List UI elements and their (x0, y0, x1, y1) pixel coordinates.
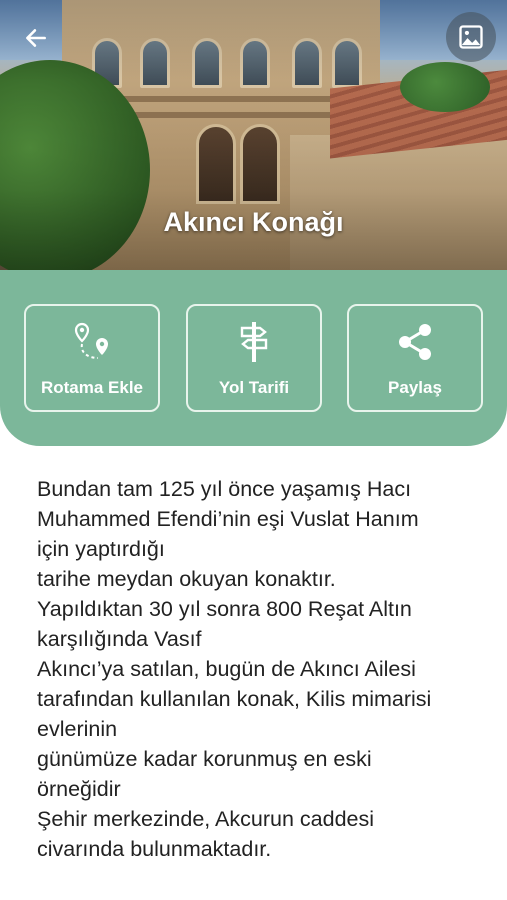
description-line: tarihe meydan okuyan konaktır. (37, 567, 336, 591)
action-panel: Rotama Ekle Yol Tarifi Paylaş (0, 270, 507, 446)
description-line: örneğidir (37, 777, 121, 801)
description-line: Muhammed Efendi’nin eşi Vuslat Hanım (37, 507, 419, 531)
place-description: Bundan tam 125 yıl önce yaşamış Hacı Muh… (37, 474, 477, 864)
description-line: karşılığında Vasıf (37, 627, 202, 651)
description-line: Akıncı’ya satılan, bugün de Akıncı Ailes… (37, 657, 416, 681)
description-line: evlerinin (37, 717, 118, 741)
directions-label: Yol Tarifi (218, 378, 290, 397)
description-line: Bundan tam 125 yıl önce yaşamış Hacı (37, 477, 412, 501)
gallery-button[interactable] (446, 12, 496, 62)
route-pin-icon (70, 320, 114, 364)
add-to-route-button[interactable]: Rotama Ekle (24, 304, 160, 412)
description-line: Şehir merkezinde, Akcurun caddesi (37, 807, 375, 831)
arrow-left-icon (26, 29, 46, 47)
share-label: Paylaş (388, 378, 442, 397)
back-button[interactable] (18, 20, 54, 56)
share-button[interactable]: Paylaş (347, 304, 483, 412)
add-to-route-label: Rotama Ekle (40, 378, 144, 397)
directions-button[interactable]: Yol Tarifi (186, 304, 322, 412)
description-line: Yapıldıktan 30 yıl sonra 800 Reşat Altın (37, 597, 412, 621)
page-title: Akıncı Konağı (163, 207, 344, 237)
description-line: tarafından kullanılan konak, Kilis mimar… (37, 687, 432, 711)
description-line: günümüze kadar korunmuş en eski (37, 747, 372, 771)
share-icon (393, 320, 437, 364)
description-line: için yaptırdığı (37, 537, 165, 561)
hero-image: Akıncı Konağı (0, 0, 507, 272)
signpost-icon (232, 320, 276, 364)
description-line: civarında bulunmaktadır. (37, 837, 272, 861)
image-icon (459, 25, 483, 49)
